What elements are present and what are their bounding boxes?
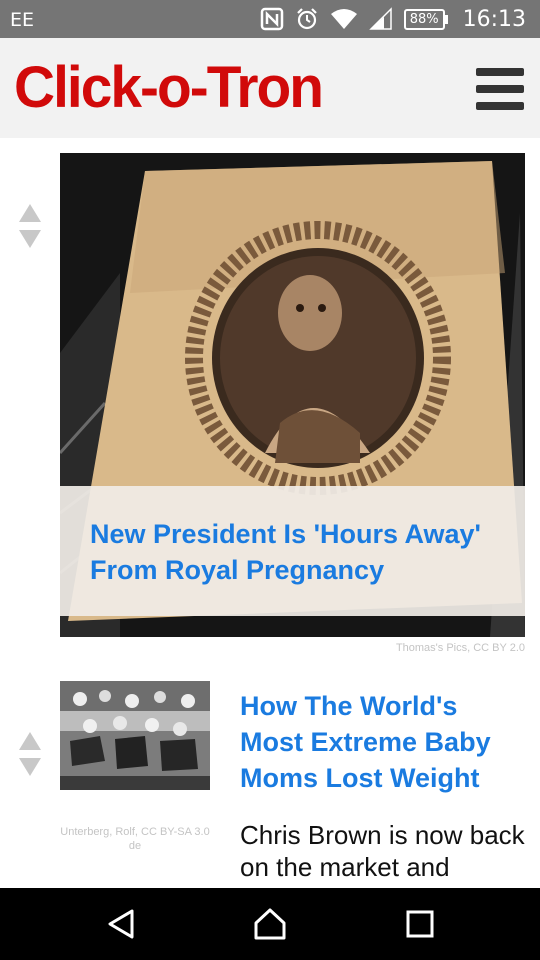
status-bar: EE 88% 16:13 bbox=[0, 0, 540, 38]
downvote-arrow-icon[interactable] bbox=[19, 758, 41, 776]
hero-story-card[interactable]: New President Is 'Hours Away' From Royal… bbox=[60, 153, 525, 637]
app-bar: Click-o-Tron bbox=[0, 38, 540, 138]
vote-controls bbox=[19, 732, 41, 776]
upvote-arrow-icon[interactable] bbox=[19, 204, 41, 222]
downvote-arrow-icon[interactable] bbox=[19, 230, 41, 248]
image-credit: Thomas's Pics, CC BY 2.0 bbox=[395, 642, 525, 654]
alarm-icon bbox=[296, 8, 317, 30]
recents-icon[interactable] bbox=[402, 906, 438, 942]
system-nav-bar bbox=[0, 888, 540, 960]
story-snippet: Chris Brown is now back on the market an… bbox=[240, 820, 525, 882]
nfc-icon bbox=[260, 7, 283, 31]
hamburger-menu-icon[interactable] bbox=[476, 68, 524, 110]
thumbnail-image bbox=[60, 681, 210, 790]
carrier-name: EE bbox=[10, 9, 35, 31]
clock: 16:13 bbox=[462, 6, 526, 32]
app-logo-title[interactable]: Click-o-Tron bbox=[14, 58, 324, 118]
back-icon[interactable] bbox=[104, 906, 140, 942]
status-icons: 88% 16:13 bbox=[260, 4, 526, 34]
hero-caption: New President Is 'Hours Away' From Royal… bbox=[60, 486, 525, 616]
battery-icon: 88% bbox=[403, 8, 448, 30]
wifi-icon bbox=[330, 9, 357, 29]
vote-controls bbox=[19, 204, 41, 248]
home-icon[interactable] bbox=[252, 906, 288, 942]
image-credit: Unterberg, Rolf, CC BY-SA 3.0 de bbox=[60, 826, 210, 852]
battery-level: 88% bbox=[403, 8, 445, 30]
hero-headline[interactable]: New President Is 'Hours Away' From Royal… bbox=[90, 516, 495, 588]
upvote-arrow-icon[interactable] bbox=[19, 732, 41, 750]
story-headline[interactable]: How The World's Most Extreme Baby Moms L… bbox=[240, 688, 520, 796]
signal-icon bbox=[368, 7, 392, 30]
story-thumbnail[interactable] bbox=[60, 681, 210, 790]
